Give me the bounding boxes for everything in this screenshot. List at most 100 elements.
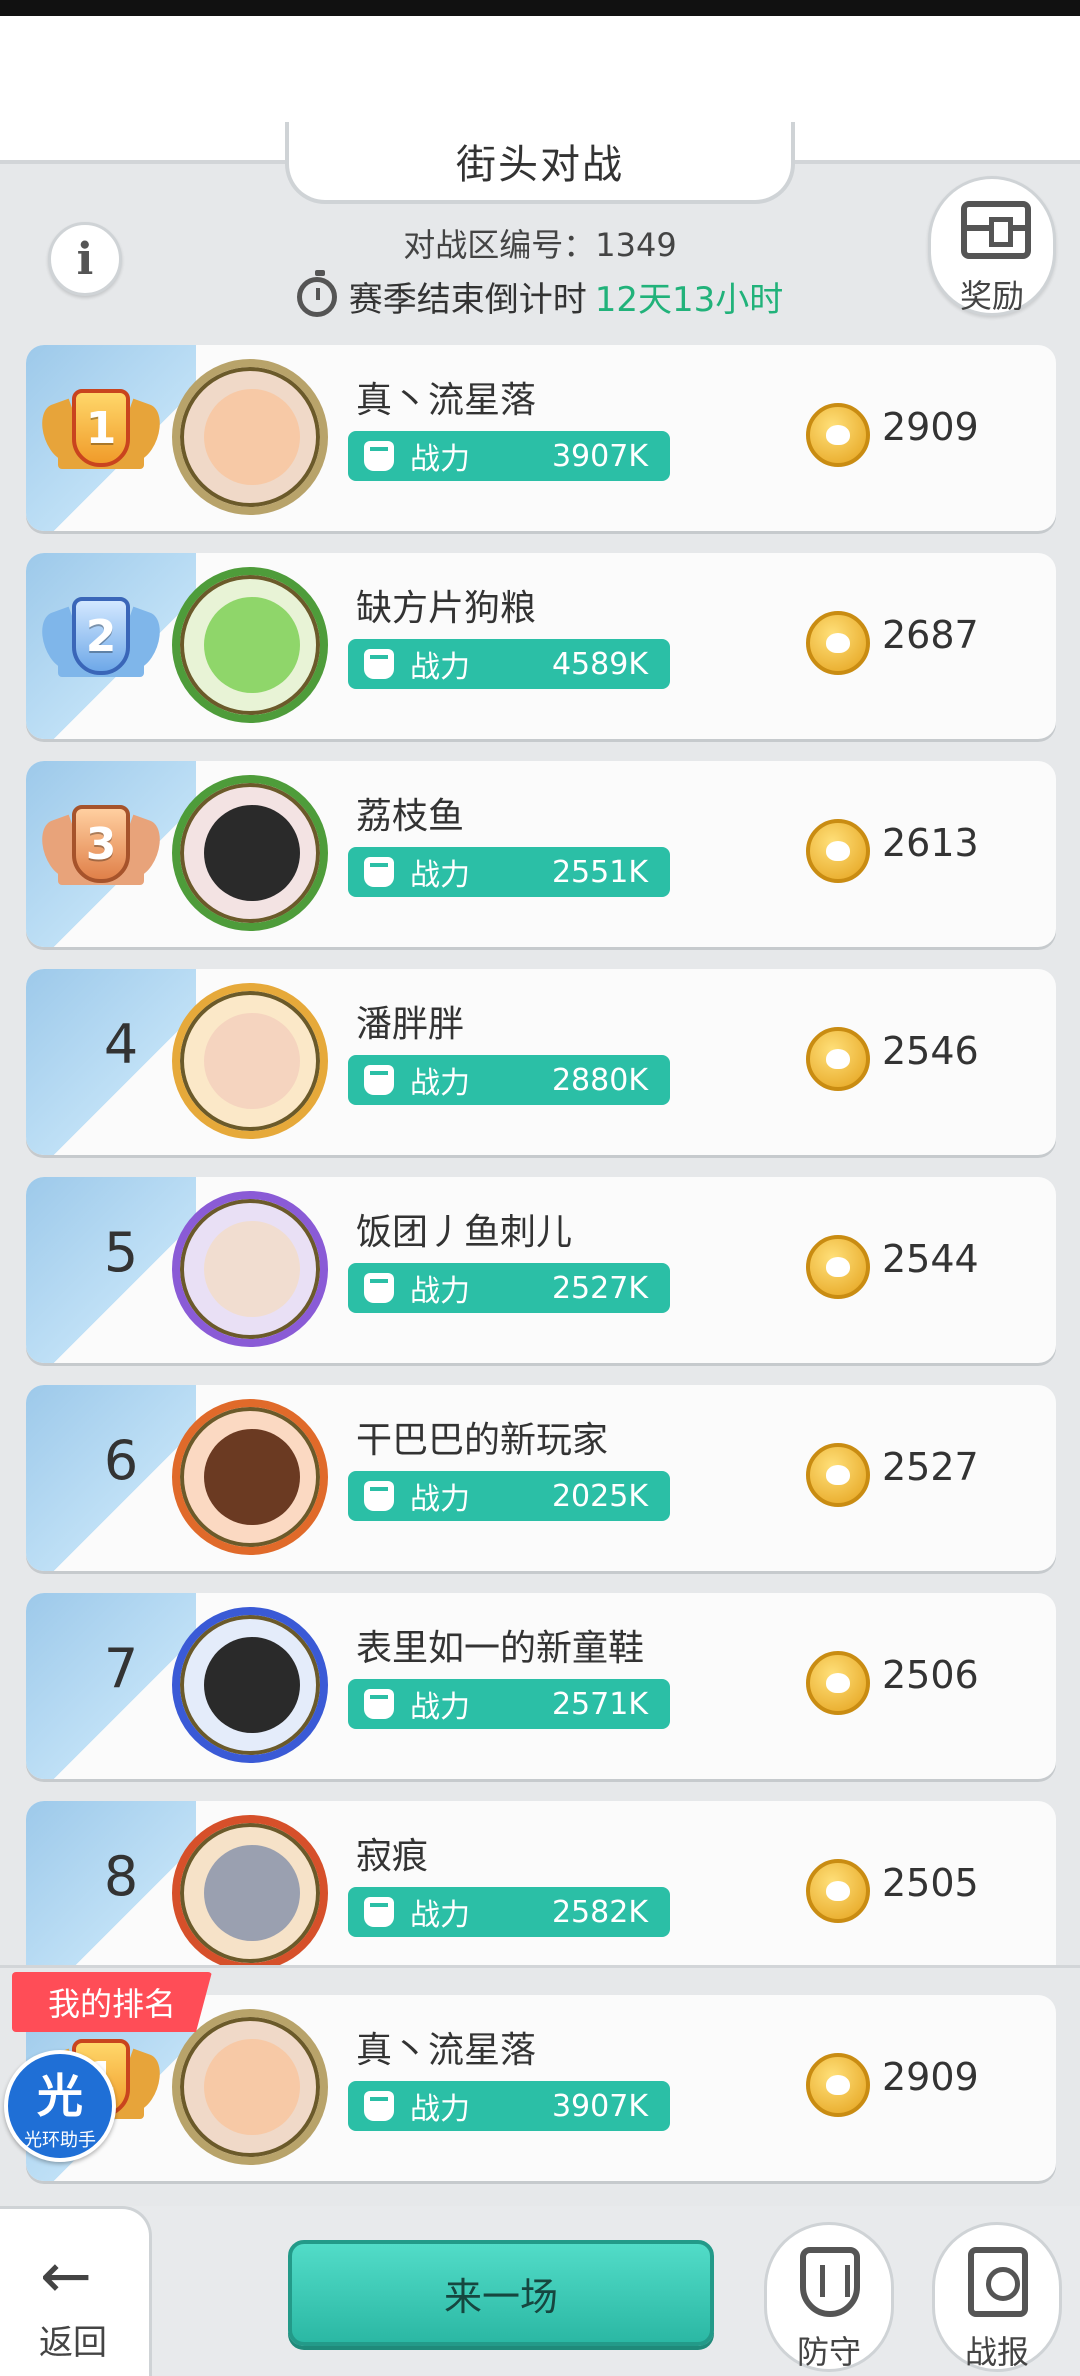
fist-icon bbox=[364, 1273, 394, 1303]
zone-label: 对战区编号： bbox=[403, 226, 596, 264]
helper-logo: 光 bbox=[37, 2069, 83, 2123]
power-label: 战力 bbox=[410, 858, 470, 893]
battle-report-button[interactable]: 战报 bbox=[932, 2222, 1062, 2372]
helper-label: 光环助手 bbox=[24, 2130, 96, 2151]
power-value: 2551K bbox=[551, 854, 648, 890]
arrow-left-icon: ← bbox=[40, 2239, 92, 2312]
score: 2687 bbox=[882, 613, 979, 657]
player-name: 干巴巴的新玩家 bbox=[356, 1420, 609, 1461]
paw-coin-icon bbox=[806, 1027, 870, 1091]
avatar[interactable] bbox=[172, 1607, 328, 1763]
fist-icon bbox=[364, 649, 394, 679]
my-rank-tag: 我的排名 bbox=[12, 1972, 212, 2032]
score: 2546 bbox=[882, 1029, 979, 1073]
power-badge: 战力 2880K bbox=[348, 1055, 670, 1105]
zone-number: 1349 bbox=[595, 226, 677, 264]
fist-icon bbox=[364, 857, 394, 887]
fist-icon bbox=[364, 1481, 394, 1511]
helper-floating-button[interactable]: 光 光环助手 bbox=[4, 2050, 116, 2162]
reward-label: 奖励 bbox=[959, 277, 1024, 315]
power-badge: 战力 2571K bbox=[348, 1679, 670, 1729]
shield-icon bbox=[800, 2247, 860, 2317]
power-label: 战力 bbox=[410, 2092, 470, 2127]
paw-coin-icon bbox=[806, 403, 870, 467]
status-bar bbox=[0, 0, 1080, 16]
zone-info: 对战区编号：1349 bbox=[0, 220, 1080, 266]
defend-button[interactable]: 防守 bbox=[764, 2222, 894, 2372]
score: 2909 bbox=[882, 405, 979, 449]
rank-number: 5 bbox=[103, 1221, 139, 1284]
start-match-button[interactable]: 来一场 bbox=[288, 2240, 714, 2346]
power-value: 4589K bbox=[551, 646, 648, 682]
power-badge: 战力 2551K bbox=[348, 847, 670, 897]
player-name: 真丶流星落 bbox=[356, 380, 537, 421]
score: 2527 bbox=[882, 1445, 979, 1489]
silver-medal-icon: 2 bbox=[34, 591, 168, 691]
fist-icon bbox=[364, 1065, 394, 1095]
treasure-chest-icon bbox=[961, 201, 1031, 259]
gold-medal-icon: 1 bbox=[34, 383, 168, 483]
ranking-row[interactable]: 7 表里如一的新童鞋 战力 2571K 2506 bbox=[26, 1593, 1056, 1779]
power-value: 3907K bbox=[551, 438, 648, 474]
avatar[interactable] bbox=[172, 2009, 328, 2165]
paw-coin-icon bbox=[806, 819, 870, 883]
paw-coin-icon bbox=[806, 611, 870, 675]
power-badge: 战力 2025K bbox=[348, 1471, 670, 1521]
avatar[interactable] bbox=[172, 359, 328, 515]
power-label: 战力 bbox=[410, 1066, 470, 1101]
power-value: 2025K bbox=[551, 1478, 648, 1514]
player-name: 潘胖胖 bbox=[356, 1004, 465, 1045]
power-value: 2582K bbox=[551, 1894, 648, 1930]
ranking-row[interactable]: 3 荔枝鱼 战力 2551K 2613 bbox=[26, 761, 1056, 947]
back-label: 返回 bbox=[39, 2323, 107, 2363]
season-countdown: 赛季结束倒计时 12天13小时 bbox=[0, 269, 1080, 321]
paw-coin-icon bbox=[806, 1235, 870, 1299]
avatar[interactable] bbox=[172, 1399, 328, 1555]
avatar[interactable] bbox=[172, 775, 328, 931]
rank-number: 8 bbox=[103, 1845, 139, 1908]
avatar[interactable] bbox=[172, 1191, 328, 1347]
score: 2544 bbox=[882, 1237, 979, 1281]
rank-number: 7 bbox=[103, 1637, 139, 1700]
power-value: 2880K bbox=[551, 1062, 648, 1098]
player-name: 寂痕 bbox=[356, 1836, 429, 1877]
power-value: 2527K bbox=[551, 1270, 648, 1306]
ranking-row[interactable]: 5 饭团丿鱼刺儿 战力 2527K 2544 bbox=[26, 1177, 1056, 1363]
player-name: 真丶流星落 bbox=[356, 2030, 537, 2071]
ranking-list[interactable]: 1 真丶流星落 战力 3907K 2909 2 缺方片狗粮 战力 4589K 2… bbox=[0, 345, 1080, 1965]
ranking-row[interactable]: 6 干巴巴的新玩家 战力 2025K 2527 bbox=[26, 1385, 1056, 1571]
avatar[interactable] bbox=[172, 567, 328, 723]
ranking-row[interactable]: 1 真丶流星落 战力 3907K 2909 bbox=[26, 345, 1056, 531]
fist-icon bbox=[364, 1897, 394, 1927]
power-label: 战力 bbox=[410, 1274, 470, 1309]
ranking-row[interactable]: 2 缺方片狗粮 战力 4589K 2687 bbox=[26, 553, 1056, 739]
fist-icon bbox=[364, 441, 394, 471]
fist-icon bbox=[364, 1689, 394, 1719]
player-name: 缺方片狗粮 bbox=[356, 588, 537, 629]
bronze-medal-icon: 3 bbox=[34, 799, 168, 899]
power-badge: 战力 3907K bbox=[348, 431, 670, 481]
defend-label: 防守 bbox=[796, 2333, 861, 2371]
rank-number: 4 bbox=[103, 1013, 139, 1076]
player-name: 饭团丿鱼刺儿 bbox=[356, 1212, 573, 1253]
power-label: 战力 bbox=[410, 650, 470, 685]
reward-button[interactable]: 奖励 bbox=[928, 176, 1056, 316]
score: 2505 bbox=[882, 1861, 979, 1905]
avatar[interactable] bbox=[172, 983, 328, 1139]
back-button[interactable]: ← 返回 bbox=[0, 2206, 152, 2376]
avatar[interactable] bbox=[172, 1815, 328, 1965]
paw-coin-icon bbox=[806, 2053, 870, 2117]
paw-coin-icon bbox=[806, 1443, 870, 1507]
report-label: 战报 bbox=[964, 2333, 1029, 2371]
timer-icon bbox=[296, 269, 337, 317]
score: 2909 bbox=[882, 2055, 979, 2099]
ranking-row[interactable]: 4 潘胖胖 战力 2880K 2546 bbox=[26, 969, 1056, 1155]
power-value: 2571K bbox=[551, 1686, 648, 1722]
power-badge: 战力 2527K bbox=[348, 1263, 670, 1313]
power-badge: 战力 3907K bbox=[348, 2081, 670, 2131]
power-label: 战力 bbox=[410, 442, 470, 477]
power-badge: 战力 4589K bbox=[348, 639, 670, 689]
ranking-row[interactable]: 8 寂痕 战力 2582K 2505 bbox=[26, 1801, 1056, 1965]
countdown-label: 赛季结束倒计时 bbox=[348, 280, 587, 320]
power-badge: 战力 2582K bbox=[348, 1887, 670, 1937]
